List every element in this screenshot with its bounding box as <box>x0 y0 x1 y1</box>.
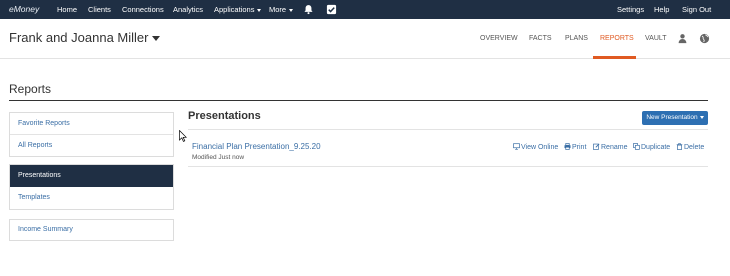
sidebar-item-presentations[interactable]: Presentations <box>10 165 173 187</box>
section-title: Presentations <box>188 110 261 122</box>
title-divider <box>9 100 708 101</box>
nav-settings[interactable]: Settings <box>617 0 644 19</box>
presentation-name-link[interactable]: Financial Plan Presentation_9.25.20 <box>192 142 321 151</box>
print-label: Print <box>572 144 587 151</box>
chevron-down-icon <box>699 115 704 119</box>
bell-icon[interactable] <box>303 4 314 15</box>
presentation-modified: Modified Just now <box>192 154 245 161</box>
page-title: Reports <box>9 82 52 96</box>
sidebar-group-reports: Favorite Reports All Reports <box>9 112 174 157</box>
nav-analytics[interactable]: Analytics <box>173 0 203 19</box>
view-online-label: View Online <box>521 144 559 151</box>
client-header: Frank and Joanna Miller OVERVIEW FACTS P… <box>0 19 730 59</box>
nav-applications[interactable]: Applications <box>214 0 262 19</box>
globe-icon[interactable] <box>699 33 710 44</box>
section-divider <box>188 129 708 130</box>
row-divider <box>188 166 708 167</box>
active-tab-indicator <box>593 56 636 59</box>
emoney-logo[interactable]: eMoney <box>9 0 39 19</box>
client-selector[interactable]: Frank and Joanna Miller <box>9 30 161 45</box>
trash-icon <box>676 143 683 150</box>
new-presentation-button[interactable]: New Presentation <box>642 111 708 125</box>
sidebar-item-favorite-reports[interactable]: Favorite Reports <box>10 113 173 134</box>
sidebar-group-presentations: Presentations Templates <box>9 164 174 210</box>
duplicate-label: Duplicate <box>641 144 671 151</box>
sidebar-group-income: Income Summary <box>9 219 174 241</box>
nav-more-label: More <box>269 5 287 14</box>
duplicate-button[interactable]: Duplicate <box>633 143 670 152</box>
copy-icon <box>633 143 640 150</box>
chevron-down-icon <box>289 8 294 12</box>
tab-reports[interactable]: REPORTS <box>600 19 634 59</box>
monitor-icon <box>513 143 520 150</box>
nav-more[interactable]: More <box>269 0 294 19</box>
tab-facts[interactable]: FACTS <box>529 19 552 59</box>
delete-button[interactable]: Delete <box>676 143 704 152</box>
client-name: Frank and Joanna Miller <box>9 30 149 45</box>
delete-label: Delete <box>684 144 705 151</box>
mouse-cursor-icon <box>179 130 187 142</box>
person-icon[interactable] <box>677 33 688 44</box>
nav-applications-label: Applications <box>214 5 255 14</box>
edit-icon <box>593 143 600 150</box>
checkbox-icon[interactable] <box>326 4 337 15</box>
chevron-down-icon <box>257 8 262 12</box>
tab-plans[interactable]: PLANS <box>565 19 588 59</box>
print-button[interactable]: Print <box>564 143 586 152</box>
tab-overview[interactable]: OVERVIEW <box>480 19 518 59</box>
nav-sign-out[interactable]: Sign Out <box>682 0 711 19</box>
printer-icon <box>564 143 571 150</box>
nav-help[interactable]: Help <box>654 0 669 19</box>
nav-clients[interactable]: Clients <box>88 0 111 19</box>
chevron-down-icon <box>152 36 161 42</box>
nav-connections[interactable]: Connections <box>122 0 164 19</box>
rename-button[interactable]: Rename <box>593 143 627 152</box>
rename-label: Rename <box>601 144 628 151</box>
sidebar-item-all-reports[interactable]: All Reports <box>10 135 173 157</box>
tab-vault[interactable]: VAULT <box>645 19 667 59</box>
sidebar-item-templates[interactable]: Templates <box>10 187 173 209</box>
nav-home[interactable]: Home <box>57 0 77 19</box>
view-online-button[interactable]: View Online <box>513 143 558 152</box>
top-nav-bar: eMoney Home Clients Connections Analytic… <box>0 0 730 19</box>
sidebar-item-income-summary[interactable]: Income Summary <box>10 220 173 240</box>
new-presentation-label: New Presentation <box>646 114 698 121</box>
